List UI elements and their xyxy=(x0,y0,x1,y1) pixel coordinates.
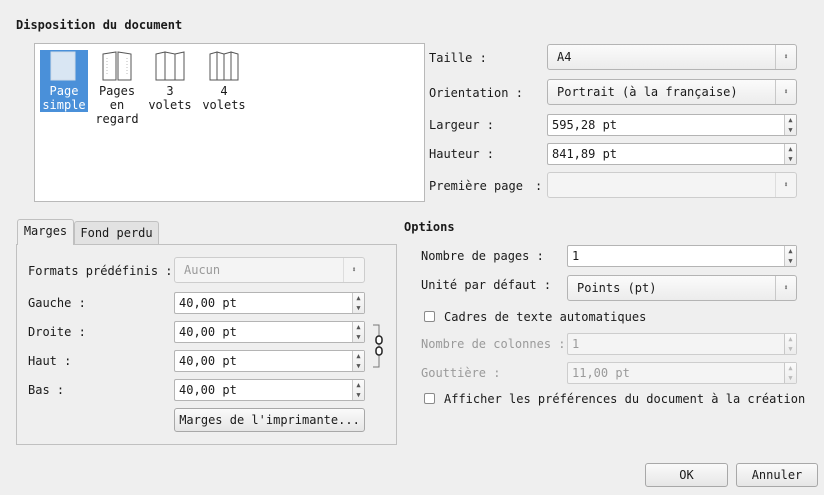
gutter-label: Gouttière : xyxy=(421,366,501,380)
spin-arrows-icon[interactable]: ▲ ▼ xyxy=(352,293,364,313)
layout-item-three-fold[interactable]: 3 volets xyxy=(146,50,194,112)
options-title: Options xyxy=(404,220,455,234)
chevron-updown-icon: ⬍ xyxy=(775,45,796,69)
pages-count-spinbox[interactable]: 1 ▲ ▼ xyxy=(567,245,797,267)
size-value: A4 xyxy=(557,50,572,64)
chevron-updown-icon: ⬍ xyxy=(775,80,796,104)
spin-arrows-icon[interactable]: ▲ ▼ xyxy=(352,322,364,342)
pages-count-value: 1 xyxy=(572,249,580,263)
spin-arrows-icon[interactable]: ▲ ▼ xyxy=(352,351,364,371)
left-margin-label: Gauche : xyxy=(28,296,86,310)
columns-spinbox[interactable]: 1 ▲ ▼ xyxy=(567,333,797,355)
size-label: Taille : xyxy=(429,51,487,65)
auto-frames-checkbox[interactable] xyxy=(424,311,435,322)
orientation-label: Orientation : xyxy=(429,86,523,100)
spin-arrows-icon[interactable]: ▲ ▼ xyxy=(784,334,796,354)
height-spinbox[interactable]: 841,89 pt ▲ ▼ xyxy=(547,143,797,165)
gutter-spinbox[interactable]: 11,00 pt ▲ ▼ xyxy=(567,362,797,384)
right-margin-label: Droite : xyxy=(28,325,86,339)
width-spinbox[interactable]: 595,28 pt ▲ ▼ xyxy=(547,114,797,136)
pages-count-label: Nombre de pages : xyxy=(421,249,544,263)
tab-marges[interactable]: Marges xyxy=(17,219,74,245)
spin-arrows-icon[interactable]: ▲ ▼ xyxy=(784,144,796,164)
right-margin-spinbox[interactable]: 40,00 pt ▲ ▼ xyxy=(174,321,365,343)
presets-value: Aucun xyxy=(184,263,221,277)
layout-label-four-fold: 4 volets xyxy=(202,84,246,112)
printer-margins-button[interactable]: Marges de l'imprimante... xyxy=(174,408,365,432)
width-value: 595,28 pt xyxy=(552,118,618,132)
default-unit-label: Unité par défaut : xyxy=(421,278,552,292)
left-margin-spinbox[interactable]: 40,00 pt ▲ ▼ xyxy=(174,292,365,314)
width-label: Largeur : xyxy=(429,118,495,132)
ok-button[interactable]: OK xyxy=(645,463,728,487)
layout-list[interactable]: Page simple Pages en regard 3 volets 4 v… xyxy=(34,43,425,202)
first-page-label: Première page xyxy=(429,179,523,193)
chevron-updown-icon: ⬍ xyxy=(775,173,796,197)
default-unit-value: Points (pt) xyxy=(577,281,657,295)
layout-item-single[interactable]: Page simple xyxy=(40,50,88,112)
cancel-button[interactable]: Annuler xyxy=(736,463,818,487)
bottom-margin-value: 40,00 pt xyxy=(179,383,237,397)
left-margin-value: 40,00 pt xyxy=(179,296,237,310)
top-margin-value: 40,00 pt xyxy=(179,354,237,368)
orientation-combo[interactable]: Portrait (à la française) ⬍ xyxy=(547,79,797,105)
right-margin-value: 40,00 pt xyxy=(179,325,237,339)
section-title-layout: Disposition du document xyxy=(16,18,183,32)
size-combo[interactable]: A4 ⬍ xyxy=(547,44,797,70)
columns-label: Nombre de colonnes : xyxy=(421,337,566,351)
gutter-value: 11,00 pt xyxy=(572,366,630,380)
height-value: 841,89 pt xyxy=(552,147,618,161)
top-margin-spinbox[interactable]: 40,00 pt ▲ ▼ xyxy=(174,350,365,372)
link-margins-icon[interactable] xyxy=(370,323,386,369)
bottom-margin-spinbox[interactable]: 40,00 pt ▲ ▼ xyxy=(174,379,365,401)
show-prefs-checkbox[interactable] xyxy=(424,393,435,404)
layout-label-three-fold: 3 volets xyxy=(148,84,192,112)
presets-label: Formats prédéfinis : xyxy=(28,264,173,278)
columns-value: 1 xyxy=(572,337,580,351)
auto-frames-label[interactable]: Cadres de texte automatiques xyxy=(444,310,646,324)
bottom-margin-label: Bas : xyxy=(28,383,65,397)
layout-label-single: Page simple xyxy=(40,84,88,112)
layout-label-facing: Pages en regard xyxy=(95,84,139,126)
orientation-value: Portrait (à la française) xyxy=(557,85,738,99)
four-fold-icon xyxy=(209,51,239,81)
show-prefs-label[interactable]: Afficher les préférences du document à l… xyxy=(444,392,805,406)
top-margin-label: Haut : xyxy=(28,354,72,368)
first-page-combo[interactable]: ⬍ xyxy=(547,172,797,198)
presets-combo[interactable]: Aucun ⬍ xyxy=(174,257,365,283)
single-page-icon xyxy=(50,51,76,81)
layout-item-four-fold[interactable]: 4 volets xyxy=(200,50,248,112)
spin-arrows-icon[interactable]: ▲ ▼ xyxy=(784,246,796,266)
layout-item-facing[interactable]: Pages en regard xyxy=(93,50,141,126)
spin-arrows-icon[interactable]: ▲ ▼ xyxy=(784,115,796,135)
three-fold-icon xyxy=(155,51,185,81)
first-page-colon: : xyxy=(535,179,543,193)
default-unit-combo[interactable]: Points (pt) ⬍ xyxy=(567,275,797,301)
spin-arrows-icon[interactable]: ▲ ▼ xyxy=(352,380,364,400)
facing-pages-icon xyxy=(102,51,132,81)
chevron-updown-icon: ⬍ xyxy=(775,276,796,300)
spin-arrows-icon[interactable]: ▲ ▼ xyxy=(784,363,796,383)
height-label: Hauteur : xyxy=(429,147,495,161)
tab-fond-perdu[interactable]: Fond perdu xyxy=(74,221,159,245)
chevron-updown-icon: ⬍ xyxy=(343,258,364,282)
